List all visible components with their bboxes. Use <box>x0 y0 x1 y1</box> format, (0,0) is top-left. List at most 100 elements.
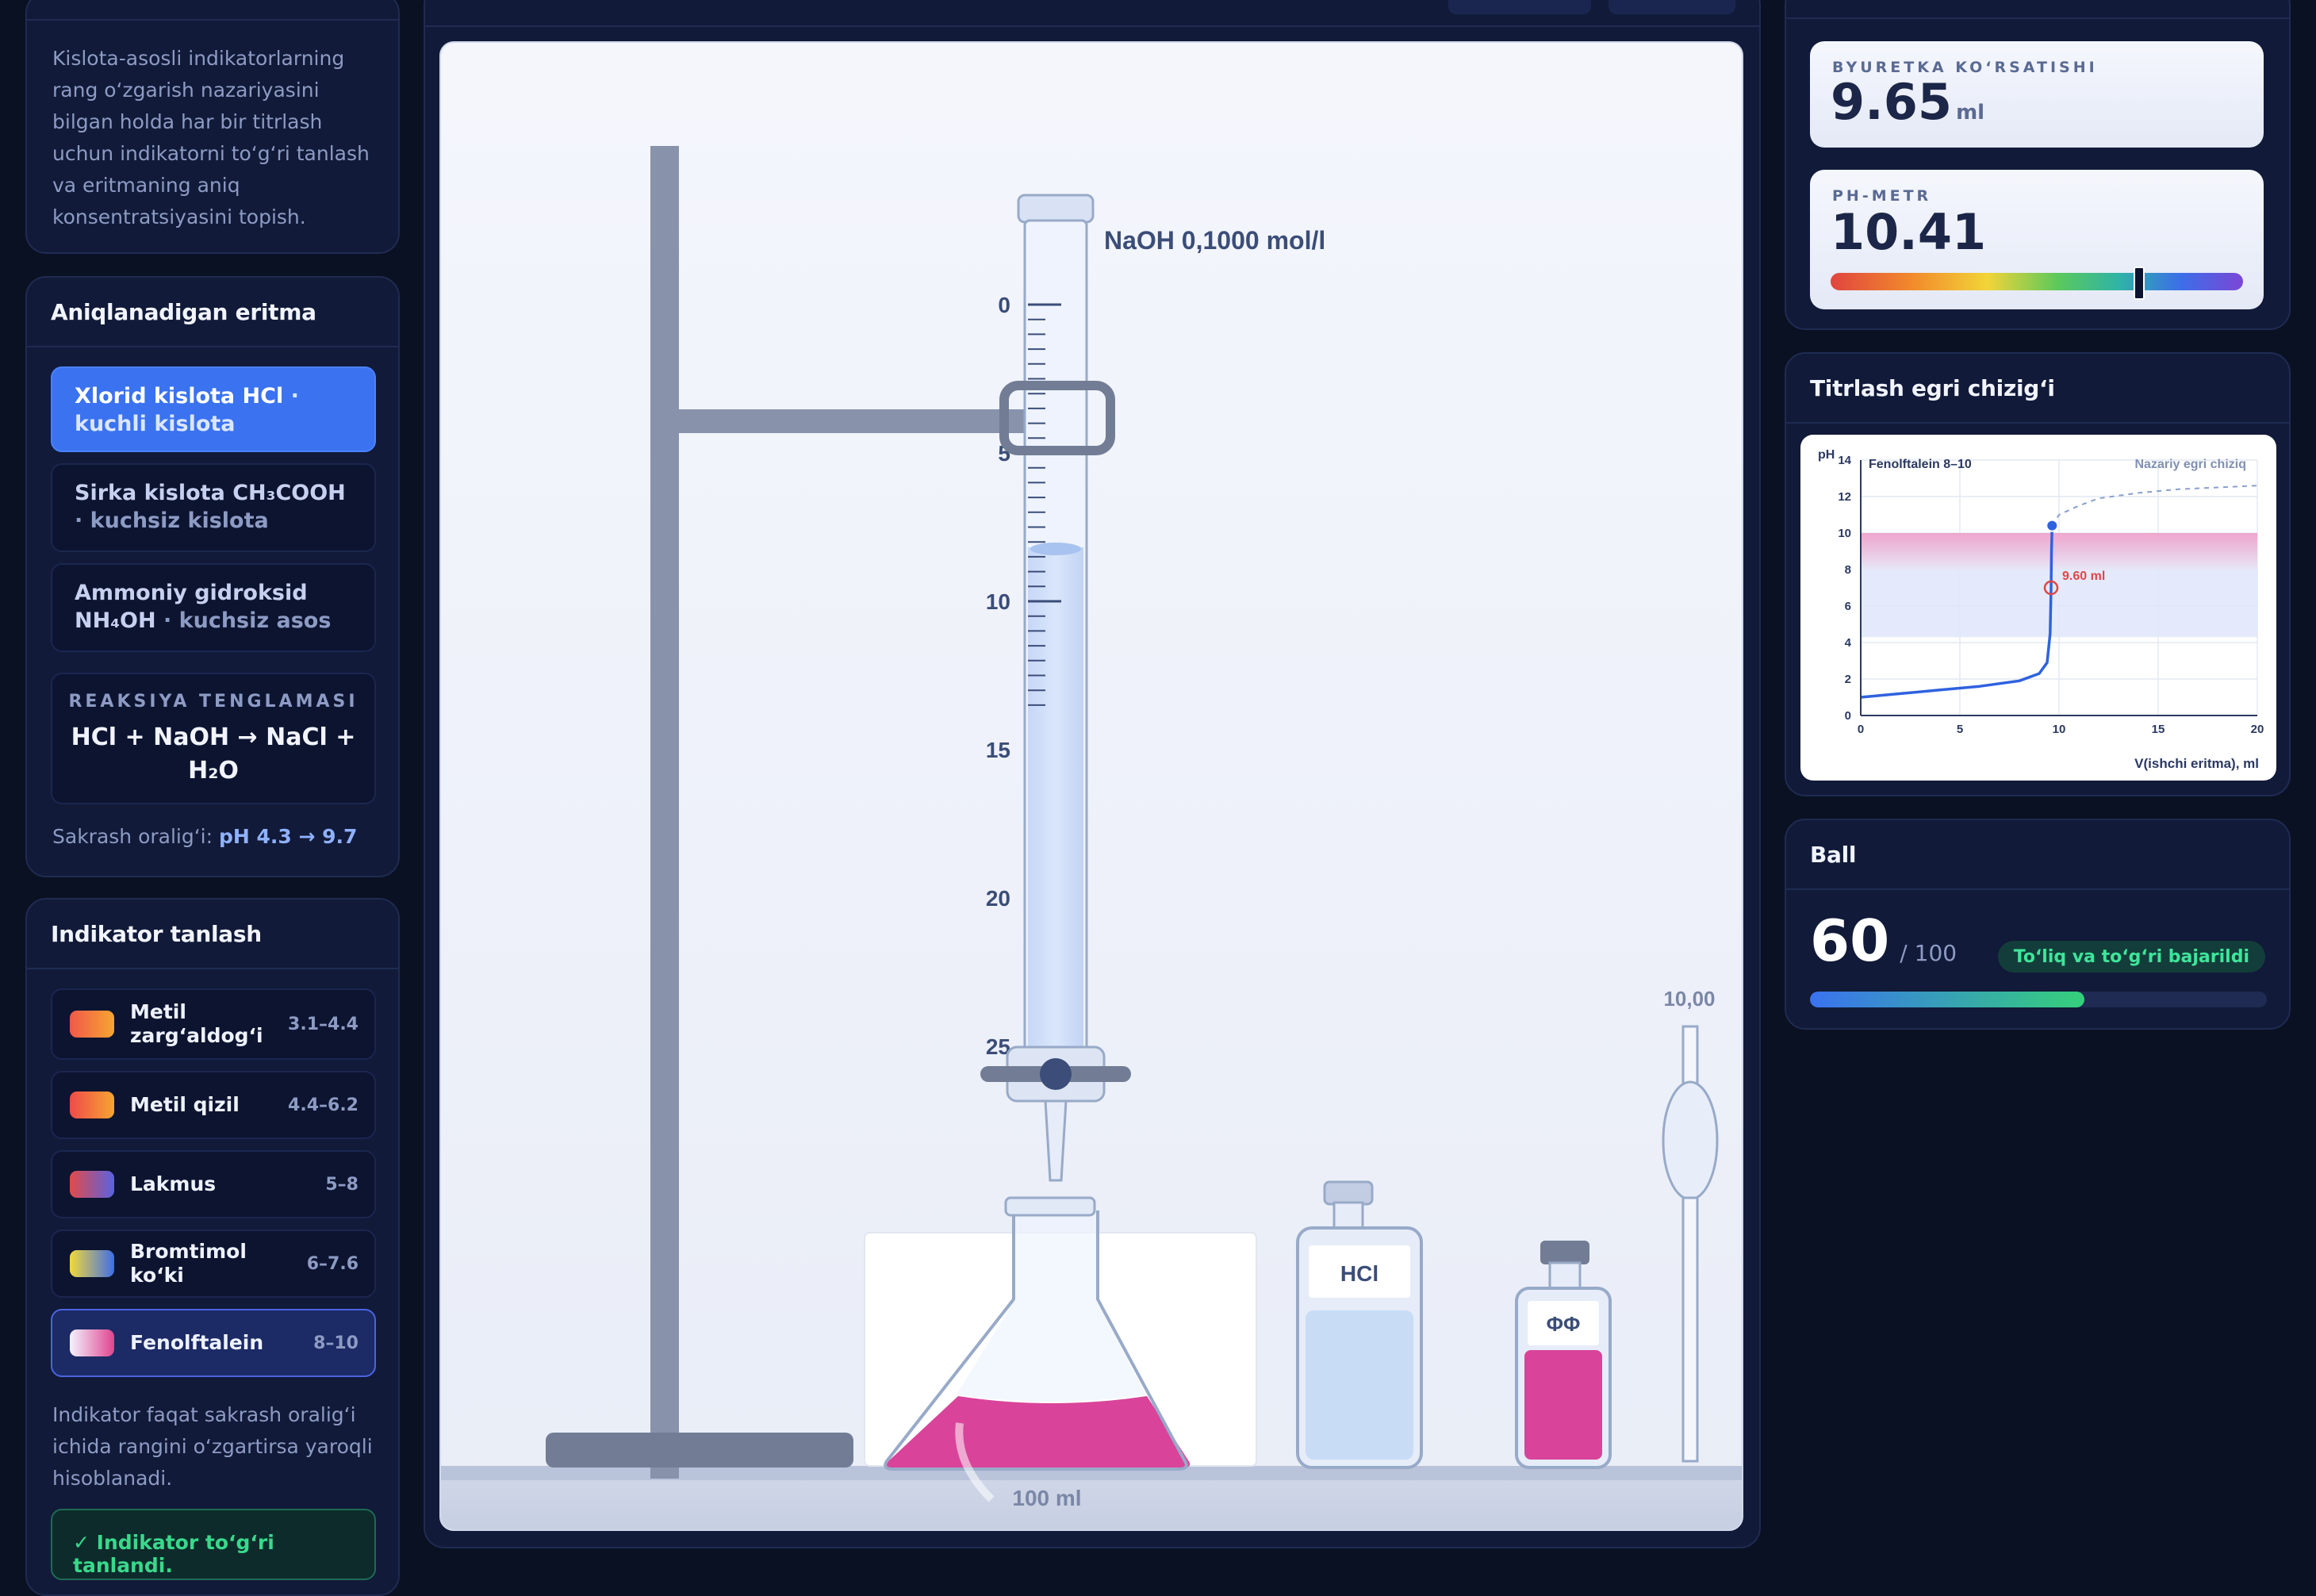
readout-divider <box>1786 17 2289 19</box>
x-tick-label: 20 <box>2251 723 2264 736</box>
x-tick-label: 15 <box>2152 723 2165 736</box>
titrant-label: NaOH 0,1000 mol/l <box>1104 226 1325 255</box>
chart-bands <box>1861 533 2257 638</box>
indicator-bottle-label: ΦΦ <box>1547 1312 1581 1336</box>
titration-curve-chart: 0 5 10 15 20 0 2 4 6 8 10 12 14 Fenolftalein 8–10 Na… <box>1818 448 2264 771</box>
burette-tick-label: 10 <box>986 589 1010 614</box>
indicator-name: Metil zarg‘aldog‘i <box>130 1000 263 1047</box>
chart-xlabel: V(ishchi eritma), ml <box>2134 756 2259 771</box>
indicator-range-band <box>1861 533 2257 570</box>
solution-item-name: Xlorid kislota HCl <box>75 384 284 409</box>
score-value: 60 <box>1810 907 1890 974</box>
stand-base <box>546 1433 853 1467</box>
score-progress-track <box>1810 992 2267 1007</box>
indicator-swatch <box>70 1091 114 1118</box>
indicator-note: Indikator faqat sakrash oralig‘i ichida … <box>52 1403 373 1490</box>
curve-panel: Titrlash egri chizig‘i 0 5 10 15 20 0 2 4 6 8 10 12… <box>1785 352 2291 796</box>
y-tick-label: 4 <box>1845 636 1852 650</box>
indicator-range: 6–7.6 <box>306 1253 359 1274</box>
y-tick-label: 14 <box>1838 454 1851 467</box>
ph-meter-readout: PH-METR 10.41 <box>1810 170 2264 309</box>
indicator-item-methyl-orange[interactable]: Metil zarg‘aldog‘i 3.1–4.4 <box>51 988 376 1060</box>
y-tick-label: 0 <box>1845 709 1851 723</box>
indicator-range: 8–10 <box>313 1333 359 1353</box>
x-tick-label: 0 <box>1858 723 1864 736</box>
indicator-swatch <box>70 1329 114 1356</box>
solution-title: Aniqlanadigan eritma <box>27 278 398 347</box>
indicator-bottle-cap[interactable] <box>1540 1241 1589 1264</box>
burette-readout-value-row: 9.65 ml <box>1831 73 1984 131</box>
solution-item-ch3cooh[interactable]: Sirka kislota CH₃COOH · kuchsiz kislota <box>51 463 376 552</box>
goal-text: Kislota-asosli indikatorlarning rang o‘z… <box>52 47 370 228</box>
hcl-bottle-liquid <box>1306 1310 1413 1460</box>
score-max: / 100 <box>1900 940 1957 966</box>
indicator-swatch <box>70 1171 114 1198</box>
y-tick-label: 2 <box>1845 673 1851 686</box>
flask-neck-rim <box>1004 1196 1096 1217</box>
chart-ylabel: pH <box>1818 448 1835 462</box>
lab-header-divider <box>425 25 1759 27</box>
header-button-right[interactable] <box>1609 0 1735 14</box>
equivalence-marker-label: 9.60 ml <box>2062 570 2105 583</box>
curve-title: Titrlash egri chizig‘i <box>1786 354 2289 424</box>
hcl-bottle-cap[interactable] <box>1323 1180 1374 1206</box>
y-tick-label: 10 <box>1838 527 1851 540</box>
ph-scale-bar <box>1831 273 2243 290</box>
x-tick-label: 5 <box>1957 723 1963 736</box>
jump-range-label: Sakrash oralig‘i: <box>52 825 219 848</box>
pipette-bulb[interactable] <box>1662 1080 1719 1201</box>
solution-item-hcl[interactable]: Xlorid kislota HCl · kuchli kislota <box>51 366 376 452</box>
burette-tip <box>1044 1099 1068 1182</box>
stopcock-knob[interactable] <box>1040 1058 1072 1090</box>
indicator-item-bromothymol-blue[interactable]: Bromtimol ko‘ki 6–7.6 <box>51 1230 376 1298</box>
y-tick-label: 12 <box>1838 490 1851 504</box>
pipette-label: 10,00 <box>1663 987 1715 1011</box>
hcl-bottle-label: HCl <box>1340 1261 1378 1286</box>
reaction-equation: HCl + NaOH → NaCl + H₂O <box>71 723 356 785</box>
indicator-item-litmus[interactable]: Lakmus 5–8 <box>51 1150 376 1218</box>
burette-readout-value: 9.65 <box>1831 73 1952 131</box>
stand-rod <box>650 146 679 1479</box>
jump-range: Sakrash oralig‘i: pH 4.3 → 9.7 <box>52 825 357 848</box>
burette-cap[interactable] <box>1017 194 1095 224</box>
chart-theory-label: Nazariy egri chiziq <box>2135 458 2247 471</box>
indicator-panel: Indikator tanlash Metil zarg‘aldog‘i 3.1… <box>25 898 400 1596</box>
indicator-success-banner: ✓ Indikator to‘g‘ri tanlandi. <box>51 1509 376 1580</box>
lab-scene: 100 ml 0510152025 NaOH 0,1000 mol/l <box>439 41 1743 1531</box>
goal-panel: Kislota-asosli indikatorlarning rang o‘z… <box>25 0 400 254</box>
current-point-marker <box>2046 519 2059 532</box>
solution-item-name: Sirka kislota CH₃COOH <box>75 481 346 505</box>
chart-indicator-name: Fenolftalein 8–10 <box>1869 458 1972 471</box>
indicator-range: 3.1–4.4 <box>288 1014 359 1034</box>
lab-illustration: 100 ml 0510152025 NaOH 0,1000 mol/l HCl … <box>441 146 1742 1529</box>
pipette-stem <box>1681 1196 1699 1463</box>
score-title: Ball <box>1786 820 2289 890</box>
solution-item-sub: · kuchsiz asos <box>155 608 332 633</box>
burette-liquid <box>1028 547 1083 1061</box>
indicator-title: Indikator tanlash <box>27 900 398 969</box>
reaction-box: REAKSIYA TENGLAMASI HCl + NaOH → NaCl + … <box>51 673 376 804</box>
ph-scale-marker <box>2133 267 2145 300</box>
header-button-left[interactable] <box>1448 0 1591 14</box>
ph-meter-value: 10.41 <box>1831 203 1987 261</box>
ph-meter-label: PH-METR <box>1832 187 1932 205</box>
indicator-item-phenolphthalein[interactable]: Fenolftalein 8–10 <box>51 1309 376 1377</box>
indicator-success-text: ✓ Indikator to‘g‘ri tanlandi. <box>73 1531 274 1577</box>
y-tick-label: 8 <box>1845 563 1851 577</box>
burette-meniscus <box>1030 543 1081 555</box>
indicator-item-methyl-red[interactable]: Metil qizil 4.4–6.2 <box>51 1071 376 1139</box>
goal-divider <box>27 19 398 21</box>
score-badge-text: To‘liq va to‘g‘ri bajarildi <box>2013 946 2249 967</box>
score-badge: To‘liq va to‘g‘ri bajarildi <box>1997 941 2265 973</box>
burette-readout: BYURETKA KO‘RSATISHI 9.65 ml <box>1810 41 2264 148</box>
flask-volume-label: 100 ml <box>1012 1486 1081 1510</box>
solution-item-nh4oh[interactable]: Ammoniy gidroksid NH₄OH · kuchsiz asos <box>51 563 376 652</box>
solution-item-sub: · kuchsiz kislota <box>75 508 269 533</box>
indicator-range: 4.4–6.2 <box>288 1095 359 1115</box>
y-tick-label: 6 <box>1845 600 1851 613</box>
solution-panel: Aniqlanadigan eritma Xlorid kislota HCl … <box>25 276 400 877</box>
curve-chart-card: 0 5 10 15 20 0 2 4 6 8 10 12 14 Fenolftalein 8–10 Na… <box>1800 435 2276 781</box>
score-panel: Ball 60 / 100 To‘liq va to‘g‘ri bajarild… <box>1785 819 2291 1030</box>
stand-arm <box>679 409 1049 433</box>
indicator-name: Fenolftalein <box>130 1331 264 1354</box>
